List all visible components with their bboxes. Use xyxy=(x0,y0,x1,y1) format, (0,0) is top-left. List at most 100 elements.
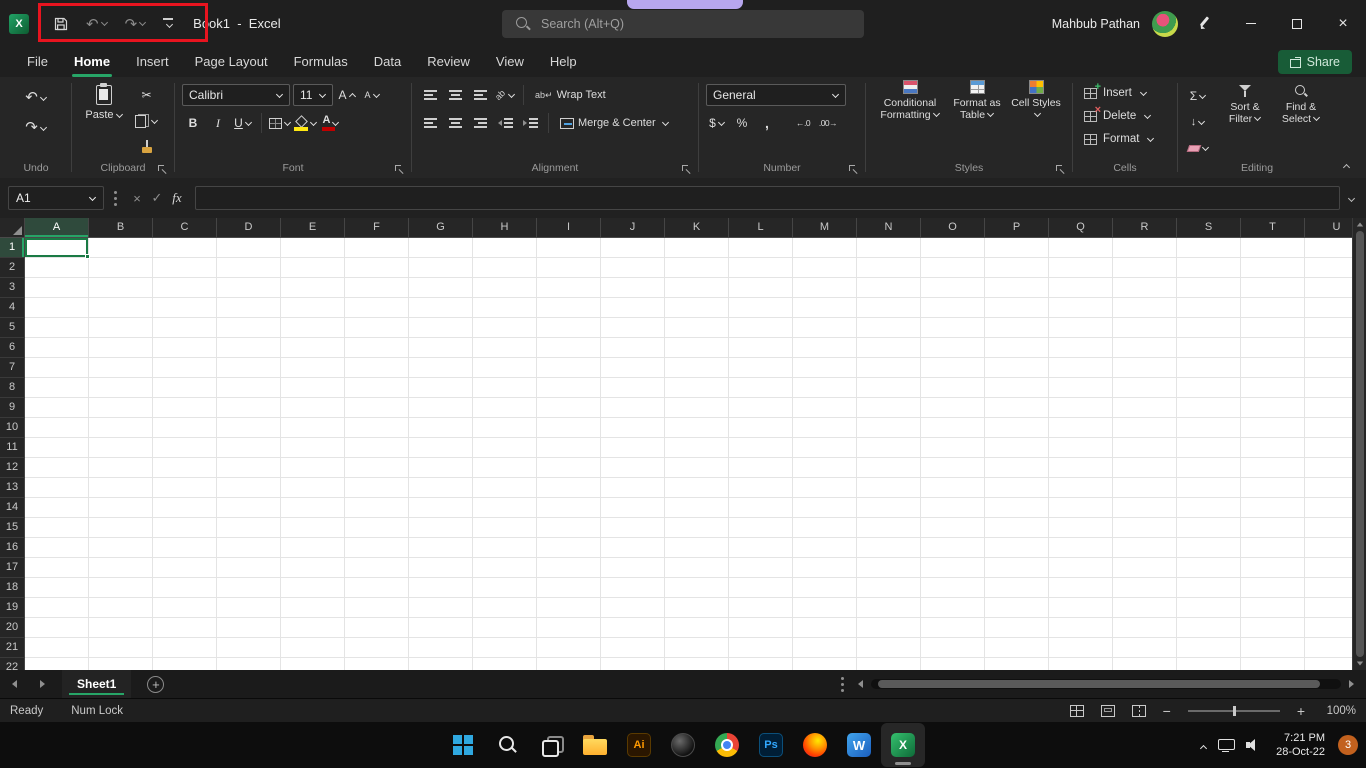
cell-H20[interactable] xyxy=(473,618,537,638)
user-name[interactable]: Mahbub Pathan xyxy=(1052,17,1140,31)
cell-C17[interactable] xyxy=(153,558,217,578)
cell-C19[interactable] xyxy=(153,598,217,618)
notification-badge[interactable]: 3 xyxy=(1338,735,1358,755)
cell-I15[interactable] xyxy=(537,518,601,538)
column-header-H[interactable]: H xyxy=(473,218,537,237)
cell-M6[interactable] xyxy=(793,338,857,358)
cell-I9[interactable] xyxy=(537,398,601,418)
cell-G11[interactable] xyxy=(409,438,473,458)
cell-U20[interactable] xyxy=(1305,618,1352,638)
cell-G20[interactable] xyxy=(409,618,473,638)
cell-T15[interactable] xyxy=(1241,518,1305,538)
cell-H10[interactable] xyxy=(473,418,537,438)
cell-L14[interactable] xyxy=(729,498,793,518)
taskbar-icon-word[interactable]: W xyxy=(837,723,881,767)
cell-L10[interactable] xyxy=(729,418,793,438)
cell-L2[interactable] xyxy=(729,258,793,278)
cell-E7[interactable] xyxy=(281,358,345,378)
cell-R17[interactable] xyxy=(1113,558,1177,578)
close-button[interactable]: × xyxy=(1320,0,1366,47)
cell-F5[interactable] xyxy=(345,318,409,338)
row-header-8[interactable]: 8 xyxy=(0,378,25,398)
merge-center-button[interactable]: Merge & Center xyxy=(556,112,673,134)
cell-F15[interactable] xyxy=(345,518,409,538)
cell-E3[interactable] xyxy=(281,278,345,298)
cell-T4[interactable] xyxy=(1241,298,1305,318)
column-header-F[interactable]: F xyxy=(345,218,409,237)
cell-T21[interactable] xyxy=(1241,638,1305,658)
cell-E14[interactable] xyxy=(281,498,345,518)
cell-D21[interactable] xyxy=(217,638,281,658)
cell-S21[interactable] xyxy=(1177,638,1241,658)
cell-L9[interactable] xyxy=(729,398,793,418)
cell-J18[interactable] xyxy=(601,578,665,598)
cell-N6[interactable] xyxy=(857,338,921,358)
cell-I20[interactable] xyxy=(537,618,601,638)
cell-E11[interactable] xyxy=(281,438,345,458)
page-break-preview-button[interactable] xyxy=(1132,705,1146,717)
underline-button[interactable]: U xyxy=(232,112,254,134)
cell-T8[interactable] xyxy=(1241,378,1305,398)
cell-F1[interactable] xyxy=(345,238,409,258)
cell-P16[interactable] xyxy=(985,538,1049,558)
cell-H9[interactable] xyxy=(473,398,537,418)
cell-L7[interactable] xyxy=(729,358,793,378)
cell-B6[interactable] xyxy=(89,338,153,358)
cell-F17[interactable] xyxy=(345,558,409,578)
taskbar-icon-task-view[interactable] xyxy=(529,723,573,767)
page-layout-view-button[interactable] xyxy=(1101,705,1115,717)
styles-dialog-launcher[interactable] xyxy=(1056,165,1065,174)
cell-C5[interactable] xyxy=(153,318,217,338)
maximize-button[interactable] xyxy=(1274,0,1320,47)
cell-O10[interactable] xyxy=(921,418,985,438)
cell-D9[interactable] xyxy=(217,398,281,418)
cell-M5[interactable] xyxy=(793,318,857,338)
cell-U4[interactable] xyxy=(1305,298,1352,318)
qat-undo-button[interactable]: ↶ xyxy=(86,15,108,33)
align-left-button[interactable] xyxy=(419,112,441,134)
cell-B1[interactable] xyxy=(89,238,153,258)
cell-U10[interactable] xyxy=(1305,418,1352,438)
cell-A22[interactable] xyxy=(25,658,89,670)
column-header-B[interactable]: B xyxy=(89,218,153,237)
taskbar-icon-firefox[interactable] xyxy=(793,723,837,767)
cell-J12[interactable] xyxy=(601,458,665,478)
cell-E21[interactable] xyxy=(281,638,345,658)
cell-R18[interactable] xyxy=(1113,578,1177,598)
decrease-font-size-button[interactable]: A xyxy=(361,84,383,106)
cell-N4[interactable] xyxy=(857,298,921,318)
cell-R14[interactable] xyxy=(1113,498,1177,518)
cell-F7[interactable] xyxy=(345,358,409,378)
cell-A1[interactable] xyxy=(25,238,89,258)
cell-D13[interactable] xyxy=(217,478,281,498)
cell-R22[interactable] xyxy=(1113,658,1177,670)
cell-Q5[interactable] xyxy=(1049,318,1113,338)
fill-button[interactable]: ↓ xyxy=(1187,111,1209,133)
cell-B4[interactable] xyxy=(89,298,153,318)
cell-J15[interactable] xyxy=(601,518,665,538)
cell-M9[interactable] xyxy=(793,398,857,418)
row-header-13[interactable]: 13 xyxy=(0,478,25,498)
cell-K14[interactable] xyxy=(665,498,729,518)
column-header-K[interactable]: K xyxy=(665,218,729,237)
cell-M3[interactable] xyxy=(793,278,857,298)
cell-E9[interactable] xyxy=(281,398,345,418)
cell-Q17[interactable] xyxy=(1049,558,1113,578)
ribbon-tab-page-layout[interactable]: Page Layout xyxy=(182,47,281,77)
cell-N3[interactable] xyxy=(857,278,921,298)
cell-O1[interactable] xyxy=(921,238,985,258)
cell-N12[interactable] xyxy=(857,458,921,478)
cell-L8[interactable] xyxy=(729,378,793,398)
cell-C12[interactable] xyxy=(153,458,217,478)
cell-L6[interactable] xyxy=(729,338,793,358)
align-right-button[interactable] xyxy=(469,112,491,134)
cell-K10[interactable] xyxy=(665,418,729,438)
orientation-button[interactable]: ab xyxy=(494,84,516,106)
cell-T5[interactable] xyxy=(1241,318,1305,338)
cell-Q22[interactable] xyxy=(1049,658,1113,670)
cell-T7[interactable] xyxy=(1241,358,1305,378)
cell-H11[interactable] xyxy=(473,438,537,458)
cell-A21[interactable] xyxy=(25,638,89,658)
cell-K5[interactable] xyxy=(665,318,729,338)
cell-K6[interactable] xyxy=(665,338,729,358)
